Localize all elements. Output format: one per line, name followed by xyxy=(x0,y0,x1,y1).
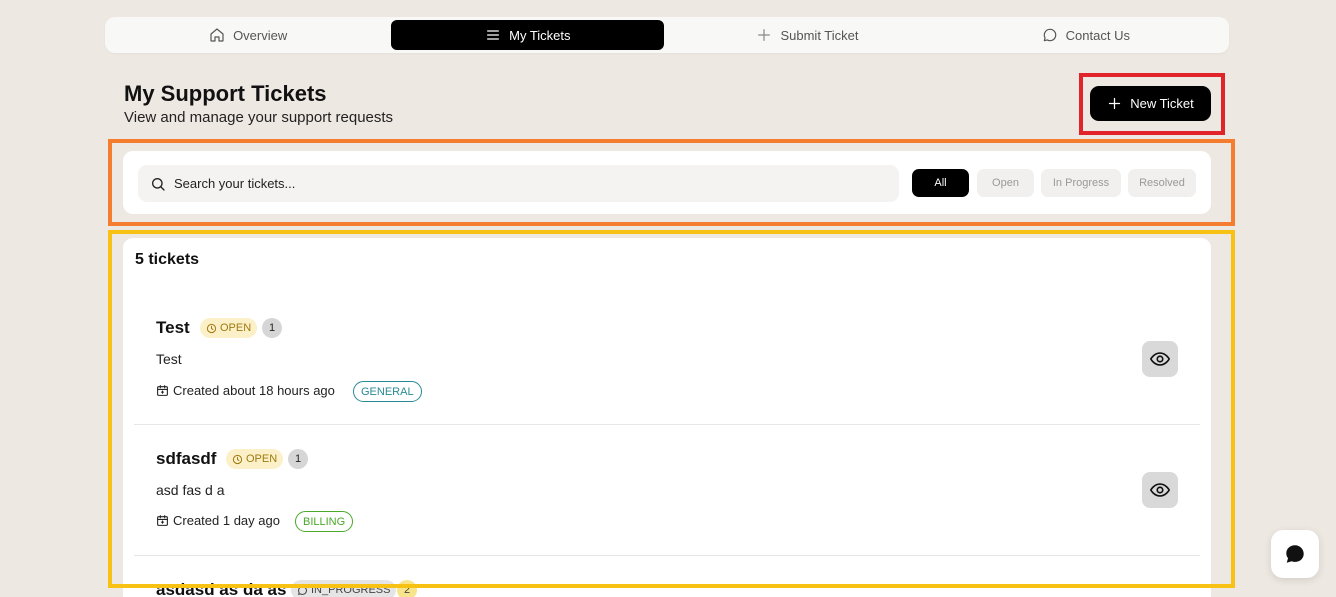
search-input[interactable] xyxy=(174,176,874,191)
filter-all-button[interactable]: All xyxy=(912,169,969,197)
filter-open-button[interactable]: Open xyxy=(977,169,1034,197)
filter-in-progress-button[interactable]: In Progress xyxy=(1041,169,1121,197)
top-navigation: Overview My Tickets Submit Ticket Contac… xyxy=(105,17,1229,53)
plus-icon xyxy=(1109,97,1121,110)
tab-my-tickets[interactable]: My Tickets xyxy=(391,20,665,50)
tab-overview[interactable]: Overview xyxy=(109,20,387,50)
plus-icon xyxy=(758,29,771,41)
chat-bubble-icon xyxy=(1043,28,1056,42)
new-ticket-button[interactable]: New Ticket xyxy=(1090,86,1211,121)
tab-contact-us-label: Contact Us xyxy=(1065,27,1130,43)
chat-icon xyxy=(1286,545,1304,563)
tab-my-tickets-label: My Tickets xyxy=(509,27,571,43)
search-box[interactable] xyxy=(138,165,899,202)
page-title: My Support Tickets xyxy=(124,81,327,106)
search-icon xyxy=(152,177,165,191)
new-ticket-label: New Ticket xyxy=(1130,96,1194,111)
tab-contact-us[interactable]: Contact Us xyxy=(947,20,1225,50)
chat-widget-button[interactable] xyxy=(1271,530,1319,578)
tab-overview-label: Overview xyxy=(233,27,288,43)
tab-submit-ticket-label: Submit Ticket xyxy=(780,27,859,43)
home-icon xyxy=(210,28,224,42)
page-subtitle: View and manage your support requests xyxy=(124,109,394,126)
ticket-list-highlight xyxy=(108,230,1235,588)
menu-icon xyxy=(487,30,500,40)
tab-submit-ticket[interactable]: Submit Ticket xyxy=(668,20,946,50)
filter-resolved-button[interactable]: Resolved xyxy=(1128,169,1196,197)
